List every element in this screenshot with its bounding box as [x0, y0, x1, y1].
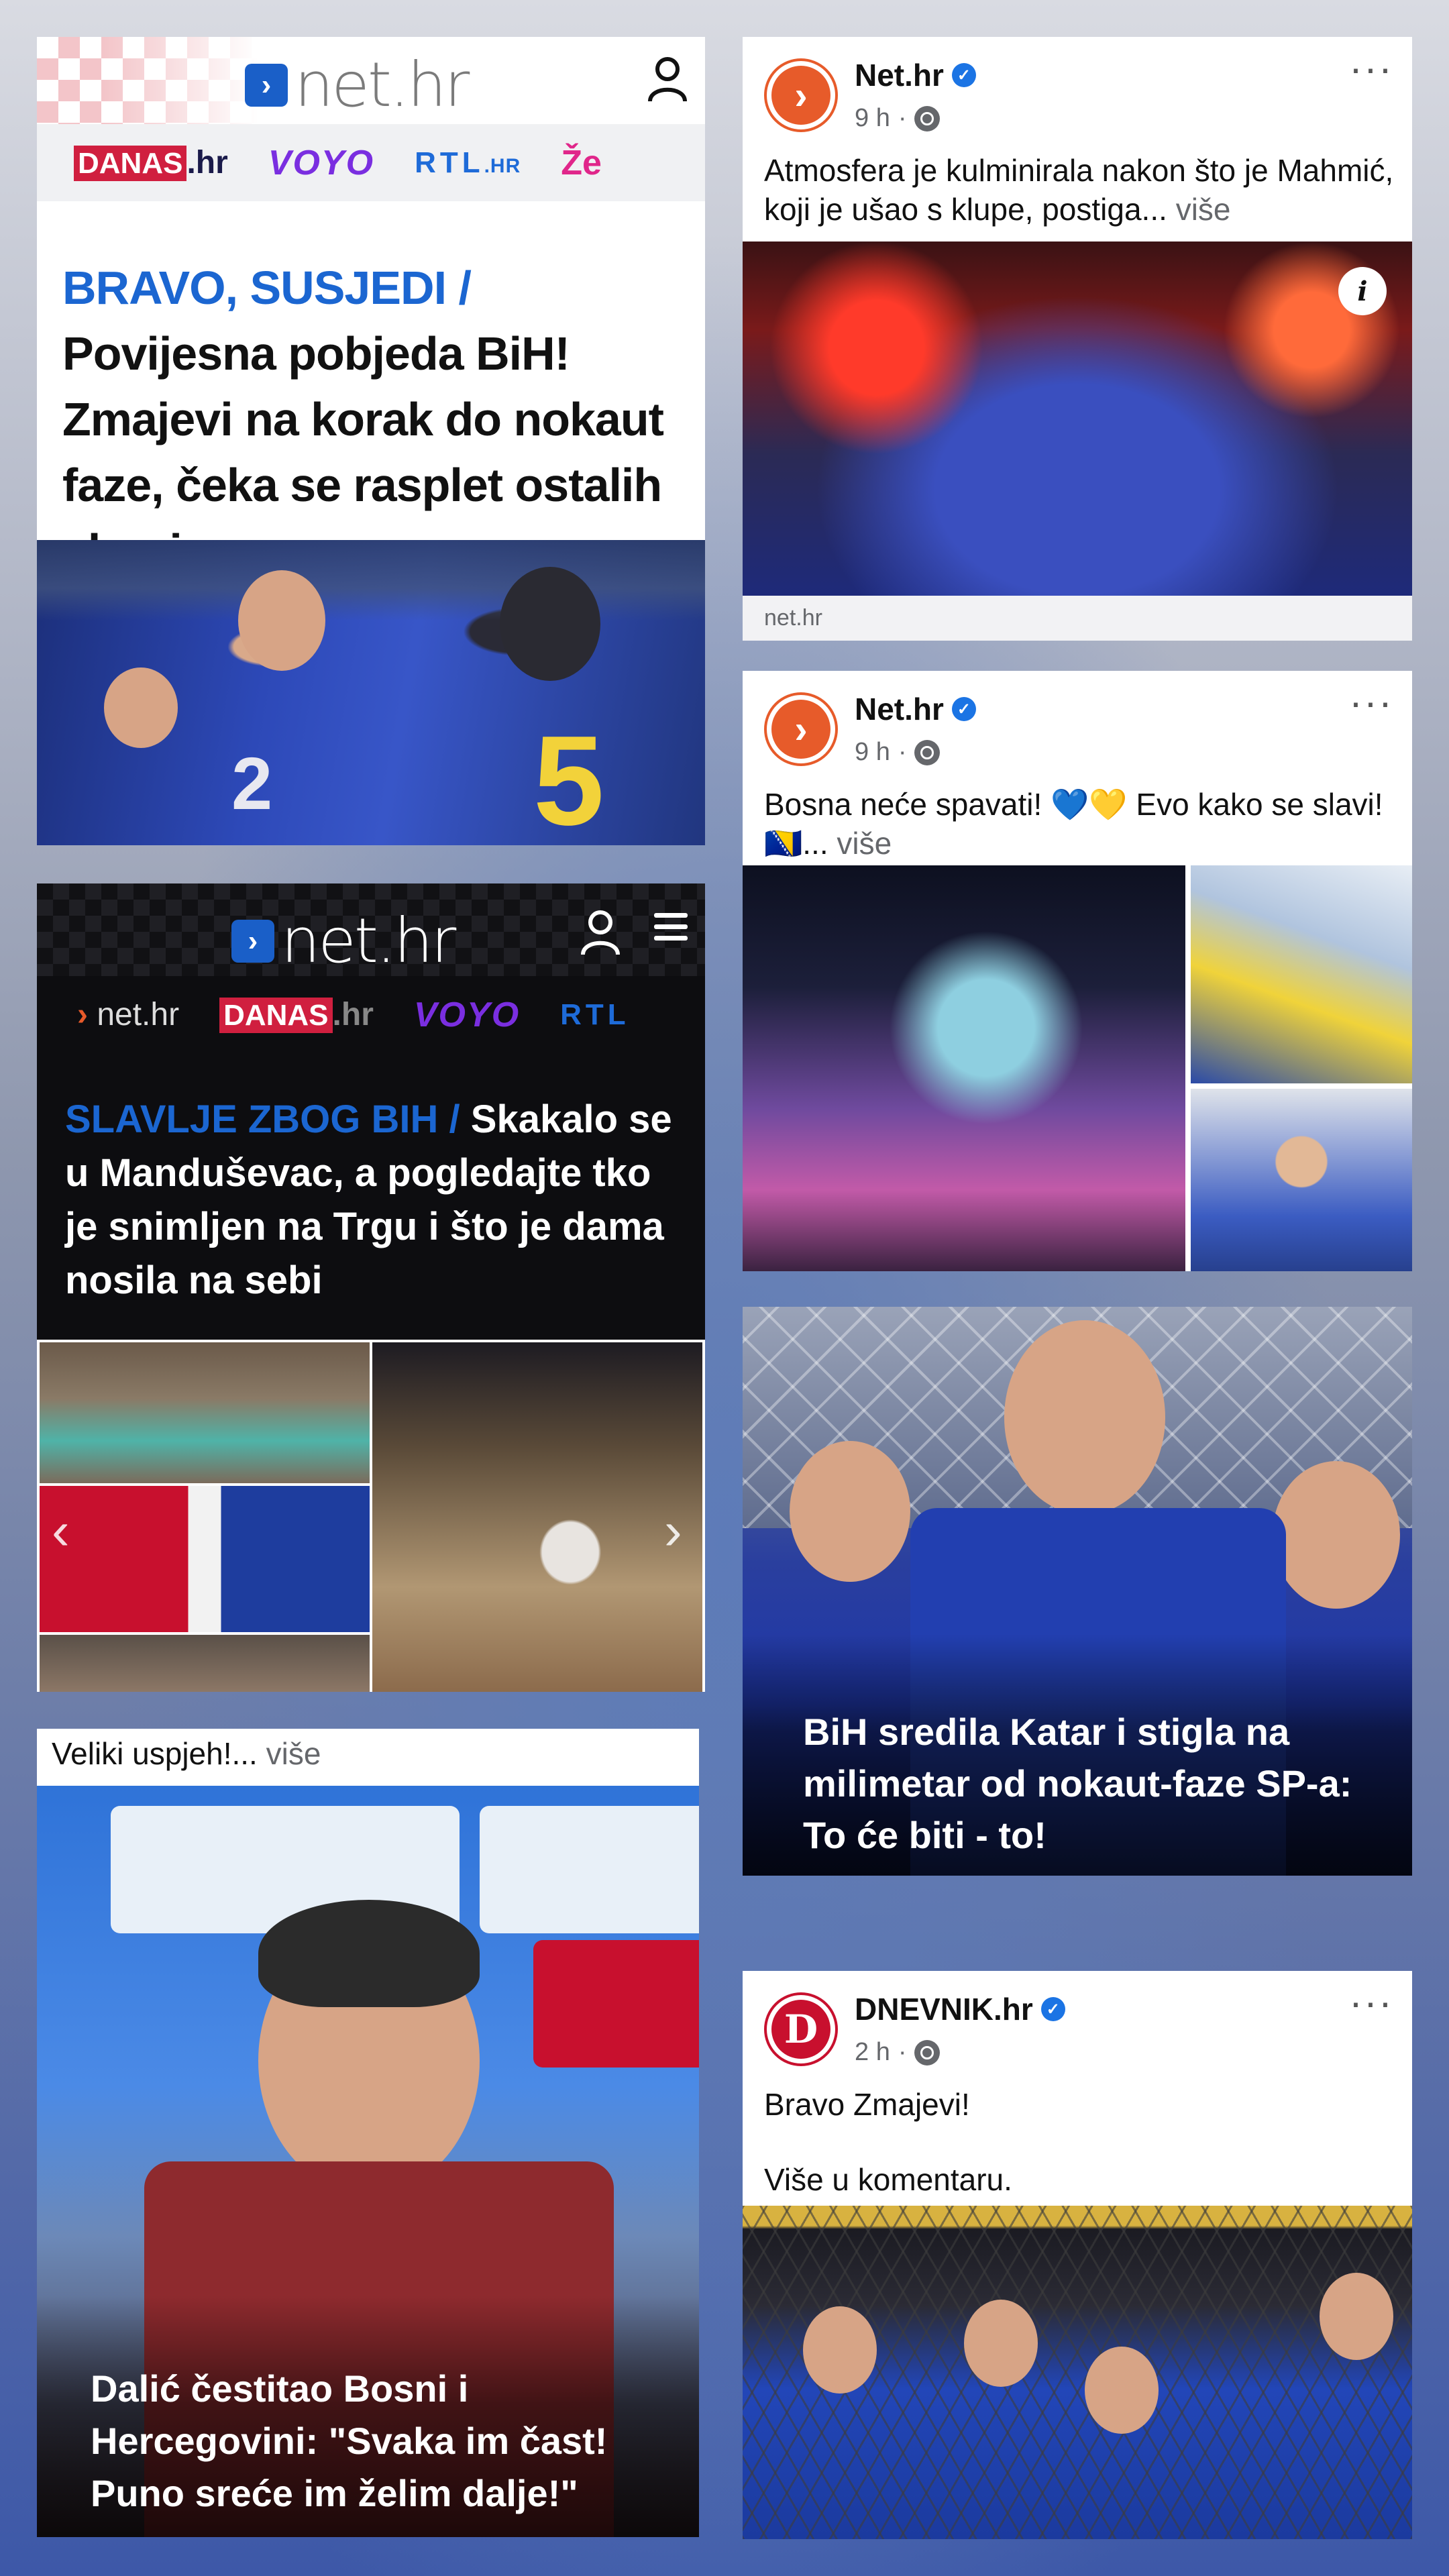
post-caption[interactable]: Veliki uspjeh!... više	[52, 1735, 321, 1772]
facebook-post-2[interactable]: › Net.hr ✓ 9 h · ··· Bosna neće spavati!…	[743, 671, 1412, 1271]
article-headline[interactable]: Dalić čestitao Bosni i Hercegovini: "Sva…	[91, 2363, 681, 2520]
photo-fans	[40, 1635, 370, 1692]
verified-badge-icon: ✓	[951, 697, 976, 721]
coach-hair	[258, 1900, 480, 2007]
post-text[interactable]: Bosna neće spavati! 💙💛 Evo kako se slavi…	[764, 785, 1395, 863]
user-icon[interactable]	[647, 56, 688, 103]
player-head	[104, 667, 178, 748]
post-text[interactable]: Bravo Zmajevi! Više u komentaru.	[764, 2085, 1395, 2199]
danas-hr-link[interactable]: DANAS .hr	[74, 144, 228, 181]
page-name[interactable]: Net.hr ✓	[855, 691, 976, 727]
brand-bar: › net.hr DANAS .hr VOYO RTL	[37, 976, 705, 1053]
more-options-icon[interactable]: ···	[1349, 682, 1393, 722]
verified-badge-icon: ✓	[951, 63, 976, 87]
player-face	[1273, 1461, 1400, 1609]
player-face	[1004, 1320, 1165, 1515]
page-name[interactable]: Net.hr ✓	[855, 57, 976, 93]
more-options-icon[interactable]: ···	[1349, 1982, 1393, 2023]
player-face	[964, 2300, 1038, 2387]
post-meta: 9 h ·	[855, 738, 941, 767]
globe-icon	[914, 105, 941, 131]
photo-fan-with-flag[interactable]	[1191, 865, 1412, 1083]
site-header: › net.hr	[37, 37, 705, 124]
more-options-icon[interactable]: ···	[1349, 48, 1393, 89]
jersey-number: 5	[533, 710, 604, 845]
page-name[interactable]: DNEVNIK.hr ✓	[855, 1991, 1065, 2027]
see-more-link[interactable]: više	[837, 826, 892, 861]
net-hr-logo[interactable]: › net.hr	[245, 49, 470, 121]
checkered-pattern	[37, 37, 258, 124]
post-photo-fans-celebrating[interactable]: i	[743, 241, 1412, 596]
player-face	[790, 1441, 910, 1582]
article-card-bih-katar[interactable]: BiH sredila Katar i stigla na milimetar …	[743, 1307, 1412, 1876]
headline-kicker: SLAVLJE ZBOG BIH /	[65, 1097, 460, 1141]
chevron-right-icon: ›	[231, 919, 274, 963]
chevron-right-icon[interactable]: ›	[664, 1504, 682, 1558]
globe-icon	[914, 2039, 941, 2065]
page-avatar[interactable]: ›	[764, 58, 838, 132]
sponsor-board	[480, 1806, 699, 1933]
article-headline[interactable]: BiH sredila Katar i stigla na milimetar …	[803, 1706, 1380, 1861]
player-face	[1085, 2347, 1159, 2434]
logo-text: net.hr	[281, 905, 456, 977]
net-hr-logo[interactable]: › net.hr	[231, 905, 456, 977]
post-photo-team-celebrating[interactable]	[743, 2206, 1412, 2539]
see-more-link[interactable]: više	[266, 1736, 321, 1771]
photo-night-crowd[interactable]	[743, 865, 1185, 1271]
facebook-post-dnevnik[interactable]: D DNEVNIK.hr ✓ 2 h · ··· Bravo Zmajevi! …	[743, 1971, 1412, 2539]
globe-icon	[914, 739, 941, 765]
article-photo-players-celebrating: 5 2	[37, 540, 705, 845]
net-hr-article-card-2[interactable]: › net.hr › net.hr DANAS .hr VOYO RTL SLAV…	[37, 883, 705, 1692]
voyo-link[interactable]: VOYO	[414, 995, 520, 1035]
net-hr-link[interactable]: › net.hr	[77, 996, 179, 1033]
dalic-post-card[interactable]: Veliki uspjeh!... više Dalić čestitao Bo…	[37, 1729, 699, 2537]
danas-hr-link[interactable]: DANAS .hr	[219, 996, 374, 1033]
photo-woman-fan[interactable]	[1191, 1089, 1412, 1271]
post-meta: 2 h ·	[855, 2038, 941, 2067]
sponsor-board	[533, 1940, 699, 2068]
player-face	[803, 2306, 877, 2394]
verified-badge-icon: ✓	[1040, 1997, 1065, 2021]
headline-kicker: BRAVO, SUSJEDI /	[62, 262, 472, 314]
facebook-post-1[interactable]: › Net.hr ✓ 9 h · ··· Atmosfera je kulmin…	[743, 37, 1412, 641]
photo-grid[interactable]	[743, 865, 1412, 1271]
rtl-hr-link[interactable]: RTL.HR	[415, 146, 521, 180]
page-avatar[interactable]: D	[764, 1992, 838, 2066]
jersey-number: 2	[231, 743, 273, 825]
rtl-link[interactable]: RTL	[560, 998, 630, 1032]
info-icon[interactable]: i	[1338, 267, 1387, 315]
article-headline[interactable]: BRAVO, SUSJEDI / Povijesna pobjeda BiH! …	[62, 255, 686, 584]
player-face	[1320, 2273, 1393, 2360]
logo-text: net.hr	[294, 49, 470, 121]
zena-link[interactable]: Že	[561, 143, 602, 183]
article-headline[interactable]: SLAVLJE ZBOG BIH / Skakalo se u Mandušev…	[65, 1093, 689, 1307]
hamburger-menu-icon[interactable]	[654, 913, 688, 943]
chevron-left-icon[interactable]: ‹	[52, 1504, 70, 1558]
brand-bar: DANAS .hr VOYO RTL.HR Že	[37, 124, 705, 201]
post-text[interactable]: Atmosfera je kulminirala nakon što je Ma…	[764, 151, 1395, 229]
post-meta: 9 h ·	[855, 104, 941, 133]
site-header-dark: › net.hr	[37, 883, 705, 977]
photo-fountain	[40, 1342, 370, 1483]
voyo-link[interactable]: VOYO	[268, 143, 374, 183]
link-source[interactable]: net.hr	[764, 605, 822, 631]
page-avatar[interactable]: ›	[764, 692, 838, 766]
user-icon[interactable]	[580, 909, 621, 956]
photo-collage[interactable]: ‹ ›	[37, 1340, 705, 1692]
chevron-right-icon: ›	[771, 700, 830, 759]
see-more-link[interactable]: više	[1176, 192, 1231, 227]
photo-flags	[40, 1486, 370, 1632]
player-head	[238, 570, 325, 671]
photo-woman-with-flag	[372, 1342, 702, 1692]
dnevnik-d-icon: D	[771, 2000, 830, 2059]
player-head	[500, 567, 600, 681]
chevron-right-icon: ›	[245, 63, 288, 107]
chevron-right-icon: ›	[771, 66, 830, 125]
net-hr-article-card-1[interactable]: › net.hr DANAS .hr VOYO RTL.HR Že BRAVO, …	[37, 37, 705, 845]
